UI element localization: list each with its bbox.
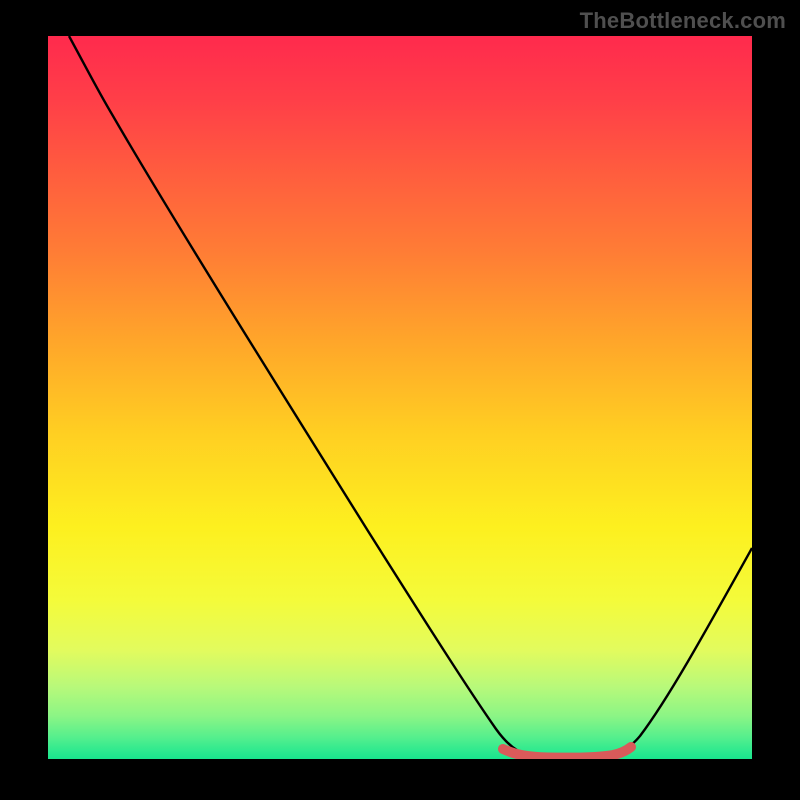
- bottleneck-curve: [69, 36, 752, 758]
- flat-bottom-highlight: [503, 747, 631, 758]
- chart-frame: TheBottleneck.com: [0, 0, 800, 800]
- curve-svg: [48, 36, 752, 759]
- watermark-text: TheBottleneck.com: [580, 8, 786, 34]
- plot-area: [48, 36, 752, 759]
